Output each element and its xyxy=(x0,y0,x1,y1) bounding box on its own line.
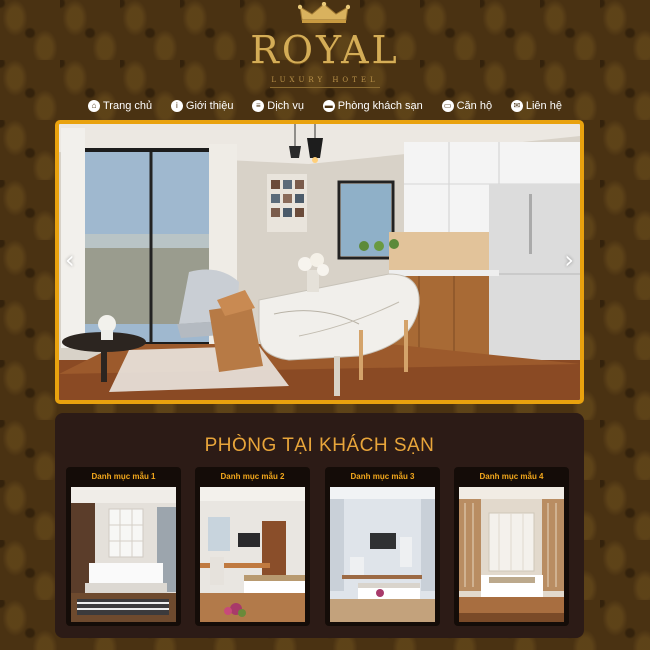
room-image-4 xyxy=(459,487,564,622)
nav-item-label: Trang chủ xyxy=(103,100,153,112)
info-icon: i xyxy=(170,100,183,112)
nav-item-label: Căn hộ xyxy=(456,100,493,112)
room-card-label: Danh mục mẫu 3 xyxy=(350,472,415,481)
nav-item-about[interactable]: i Giới thiệu xyxy=(167,100,238,112)
slide-image-kitchen-living xyxy=(59,124,580,400)
hero-slider[interactable]: ‹ › xyxy=(55,120,584,404)
brand-divider xyxy=(270,87,380,88)
room-card-4[interactable]: Danh mục mẫu 4 xyxy=(454,467,569,626)
nav-item-contact[interactable]: ✉ Liên hệ xyxy=(507,100,566,112)
slider-next-button[interactable]: › xyxy=(564,246,574,274)
room-card-label: Danh mục mẫu 2 xyxy=(220,472,285,481)
nav-item-apartments[interactable]: ▭ Căn hộ xyxy=(438,100,496,112)
room-card-2[interactable]: Danh mục mẫu 2 xyxy=(195,467,310,626)
service-icon: ≡ xyxy=(252,100,265,112)
room-image-3 xyxy=(330,487,435,622)
brand-name: ROYAL xyxy=(250,28,400,72)
room-image-1 xyxy=(71,487,176,622)
nav-item-label: Liên hệ xyxy=(525,100,562,112)
room-image-2 xyxy=(200,487,305,622)
nav-item-home[interactable]: ⌂ Trang chủ xyxy=(84,100,156,112)
nav-item-rooms[interactable]: ▬ Phòng khách sạn xyxy=(319,100,427,112)
main-nav: ⌂ Trang chủ i Giới thiệu ≡ Dịch vụ ▬ Phò… xyxy=(84,94,566,118)
slider-prev-button[interactable]: ‹ xyxy=(65,246,75,274)
nav-item-label: Dịch vụ xyxy=(267,100,304,112)
room-card-label: Danh mục mẫu 1 xyxy=(91,472,156,481)
rooms-section: PHÒNG TẠI KHÁCH SẠN Danh mục mẫu 1 Danh … xyxy=(55,413,584,638)
apartment-icon: ▭ xyxy=(441,100,454,112)
nav-item-services[interactable]: ≡ Dịch vụ xyxy=(248,100,308,112)
nav-item-label: Giới thiệu xyxy=(185,100,234,112)
bed-icon: ▬ xyxy=(322,100,335,112)
room-card-label: Danh mục mẫu 4 xyxy=(479,472,544,481)
section-title: PHÒNG TẠI KHÁCH SẠN xyxy=(204,435,435,456)
brand-subtitle: LUXURY HOTEL xyxy=(271,76,379,84)
site-logo[interactable]: ROYAL LUXURY HOTEL xyxy=(0,0,650,90)
room-card-1[interactable]: Danh mục mẫu 1 xyxy=(66,467,181,626)
nav-item-label: Phòng khách sạn xyxy=(337,100,423,112)
home-icon: ⌂ xyxy=(88,100,100,112)
crown-icon xyxy=(298,2,350,23)
contact-icon: ✉ xyxy=(510,100,523,112)
room-card-3[interactable]: Danh mục mẫu 3 xyxy=(325,467,440,626)
